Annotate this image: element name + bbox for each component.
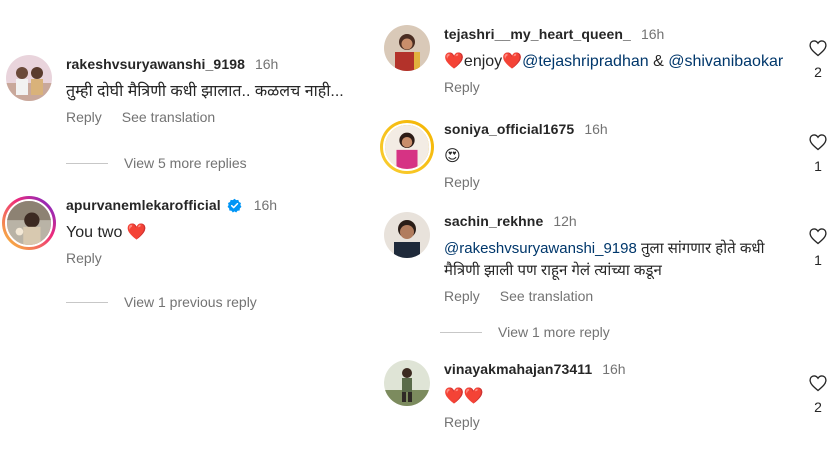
view-more-replies-button[interactable]: View 1 more reply <box>440 324 610 340</box>
reply-button[interactable]: Reply <box>444 79 480 95</box>
comment-item: vinayakmahajan73411 16h ❤️❤️ Reply <box>384 360 626 430</box>
reply-button[interactable]: Reply <box>444 288 480 304</box>
comment-actions: Reply <box>444 79 783 95</box>
avatar[interactable] <box>6 55 52 101</box>
view-more-replies-button[interactable]: View 5 more replies <box>66 155 247 171</box>
avatar[interactable] <box>384 25 430 71</box>
heart-outline-icon[interactable] <box>808 38 828 58</box>
comment-text-line2: मैत्रिणी झाली पण राहून गेलं त्यांच्या कड… <box>444 262 662 279</box>
reply-button[interactable]: Reply <box>444 174 480 190</box>
comment-meta: rakeshvsuryawanshi_9198 16h <box>66 55 344 73</box>
comment-body: soniya_official1675 16h 😍 Reply <box>444 120 608 190</box>
view-previous-reply-label: View 1 previous reply <box>124 294 257 310</box>
comment-actions: Reply See translation <box>444 288 765 304</box>
comment-body: apurvanemlekarofficial 16h You two ❤️ Re… <box>66 196 277 266</box>
avatar-image <box>384 212 430 258</box>
red-heart-emoji: ❤️ <box>502 53 523 70</box>
divider-line <box>66 301 108 303</box>
view-more-replies-label: View 5 more replies <box>124 155 247 171</box>
comment-meta: apurvanemlekarofficial 16h <box>66 196 277 214</box>
like-control: 2 <box>806 38 830 80</box>
mention-link[interactable]: @rakeshvsuryawanshi_9198 <box>444 240 637 257</box>
username[interactable]: tejashri__my_heart_queen_ <box>444 26 631 42</box>
avatar-image <box>6 55 52 101</box>
comment-actions: Reply <box>444 414 626 430</box>
mention-link[interactable]: @tejashripradhan <box>522 53 649 70</box>
ampersand-text: & <box>648 53 669 70</box>
like-control: 1 <box>806 226 830 268</box>
comment-meta: vinayakmahajan73411 16h <box>444 360 626 378</box>
right-comments-panel: tejashri__my_heart_queen_ 16h ❤️enjoy❤️@… <box>372 0 830 466</box>
heart-outline-icon[interactable] <box>808 373 828 393</box>
divider-line <box>66 162 108 164</box>
divider-line <box>440 331 482 333</box>
comment-text: You two ❤️ <box>66 222 277 244</box>
comment-item: rakeshvsuryawanshi_9198 16h तुम्ही दोघी … <box>6 55 344 125</box>
comment-actions: Reply <box>444 174 608 190</box>
verified-badge-icon <box>227 198 242 213</box>
comment-meta: tejashri__my_heart_queen_ 16h <box>444 25 783 43</box>
username[interactable]: vinayakmahajan73411 <box>444 361 592 377</box>
avatar-image <box>7 201 51 245</box>
view-previous-reply-button[interactable]: View 1 previous reply <box>66 294 257 310</box>
like-count: 2 <box>814 399 822 415</box>
red-heart-emoji: ❤️ <box>126 224 147 241</box>
comment-body: sachin_rekhne 12h @rakeshvsuryawanshi_91… <box>444 212 765 304</box>
like-control: 2 <box>806 373 830 415</box>
comment-text: तुम्ही दोघी मैत्रिणी कधी झालात.. कळलच ना… <box>66 83 344 100</box>
like-count: 1 <box>814 158 822 174</box>
like-count: 2 <box>814 64 822 80</box>
comment-body: tejashri__my_heart_queen_ 16h ❤️enjoy❤️@… <box>444 25 783 95</box>
avatar[interactable] <box>384 212 430 258</box>
avatar-story-ring[interactable] <box>380 120 434 174</box>
timestamp[interactable]: 16h <box>254 197 277 213</box>
timestamp[interactable]: 16h <box>584 121 607 137</box>
username[interactable]: rakeshvsuryawanshi_9198 <box>66 56 245 72</box>
heart-outline-icon[interactable] <box>808 226 828 246</box>
comment-word: enjoy <box>463 53 503 70</box>
avatar[interactable] <box>384 360 430 406</box>
see-translation-button[interactable]: See translation <box>500 288 593 304</box>
heart-outline-icon[interactable] <box>808 132 828 152</box>
avatar-story-ring[interactable] <box>2 196 56 250</box>
view-more-replies-label: View 1 more reply <box>498 324 610 340</box>
username[interactable]: apurvanemlekarofficial <box>66 197 221 213</box>
comment-actions: Reply See translation <box>66 109 344 125</box>
left-comments-panel: rakeshvsuryawanshi_9198 16h तुम्ही दोघी … <box>0 0 372 466</box>
comment-meta: soniya_official1675 16h <box>444 120 608 138</box>
comment-text-words: You two <box>66 224 123 241</box>
red-heart-emoji: ❤️ <box>444 53 464 70</box>
comment-body: vinayakmahajan73411 16h ❤️❤️ Reply <box>444 360 626 430</box>
comment-item: soniya_official1675 16h 😍 Reply <box>380 120 608 190</box>
timestamp[interactable]: 16h <box>602 361 625 377</box>
username[interactable]: sachin_rekhne <box>444 213 543 229</box>
comment-text: ❤️❤️ <box>444 388 484 405</box>
mention-link[interactable]: @shivanibaokar <box>668 53 783 70</box>
comment-text: 😍 <box>444 148 461 165</box>
reply-button[interactable]: Reply <box>66 109 102 125</box>
comment-meta: sachin_rekhne 12h <box>444 212 765 230</box>
reply-button[interactable]: Reply <box>444 414 480 430</box>
like-count: 1 <box>814 252 822 268</box>
see-translation-button[interactable]: See translation <box>122 109 215 125</box>
comment-text: @rakeshvsuryawanshi_9198 तुला सांगणार हो… <box>444 238 765 282</box>
comment-text-line1: तुला सांगणार होते कधी <box>636 240 765 257</box>
timestamp[interactable]: 12h <box>553 213 576 229</box>
comment-item: sachin_rekhne 12h @rakeshvsuryawanshi_91… <box>384 212 765 304</box>
timestamp[interactable]: 16h <box>255 56 278 72</box>
comment-text: ❤️enjoy❤️@tejashripradhan & @shivanibaok… <box>444 51 783 73</box>
reply-button[interactable]: Reply <box>66 250 102 266</box>
username[interactable]: soniya_official1675 <box>444 121 574 137</box>
avatar-image <box>384 25 430 71</box>
avatar-image <box>385 125 429 169</box>
avatar-image <box>384 360 430 406</box>
comment-item: tejashri__my_heart_queen_ 16h ❤️enjoy❤️@… <box>384 25 783 95</box>
timestamp[interactable]: 16h <box>641 26 664 42</box>
comment-item: apurvanemlekarofficial 16h You two ❤️ Re… <box>2 196 277 266</box>
comment-body: rakeshvsuryawanshi_9198 16h तुम्ही दोघी … <box>66 55 344 125</box>
comment-actions: Reply <box>66 250 277 266</box>
like-control: 1 <box>806 132 830 174</box>
